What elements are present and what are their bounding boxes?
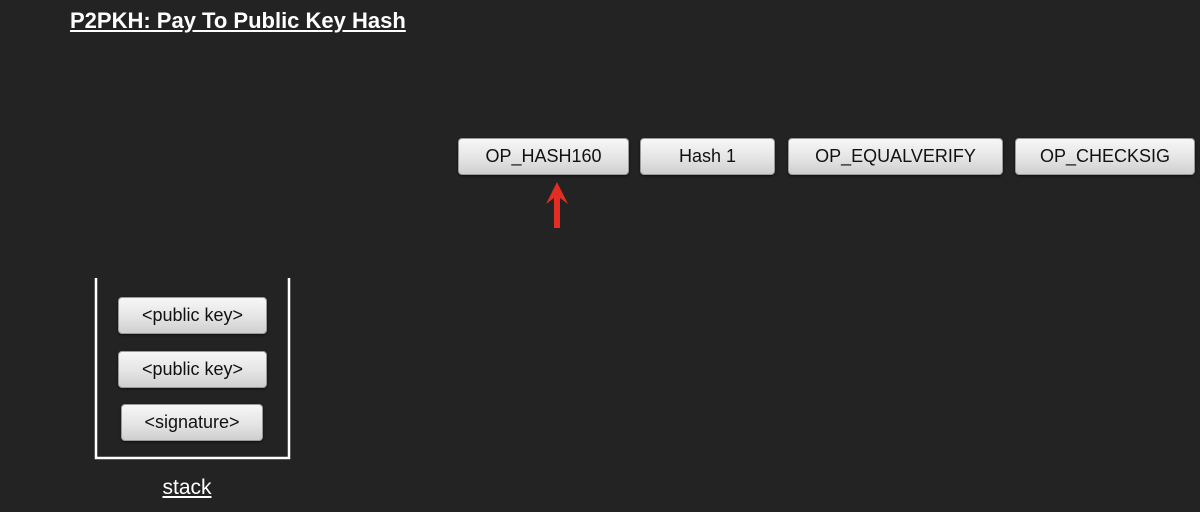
script-op-hash160: OP_HASH160 <box>458 138 629 175</box>
script-op-checksig: OP_CHECKSIG <box>1015 138 1195 175</box>
stack-item-public-key: <public key> <box>118 351 267 388</box>
stack-item-signature: <signature> <box>121 404 263 441</box>
script-op-equalverify: OP_EQUALVERIFY <box>788 138 1003 175</box>
current-op-pointer-arrow-icon <box>546 182 568 228</box>
stack-label: stack <box>162 476 212 499</box>
stack-item-public-key-top: <public key> <box>118 297 267 334</box>
diagram-title: P2PKH: Pay To Public Key Hash <box>70 8 406 33</box>
script-op-hash1: Hash 1 <box>640 138 775 175</box>
